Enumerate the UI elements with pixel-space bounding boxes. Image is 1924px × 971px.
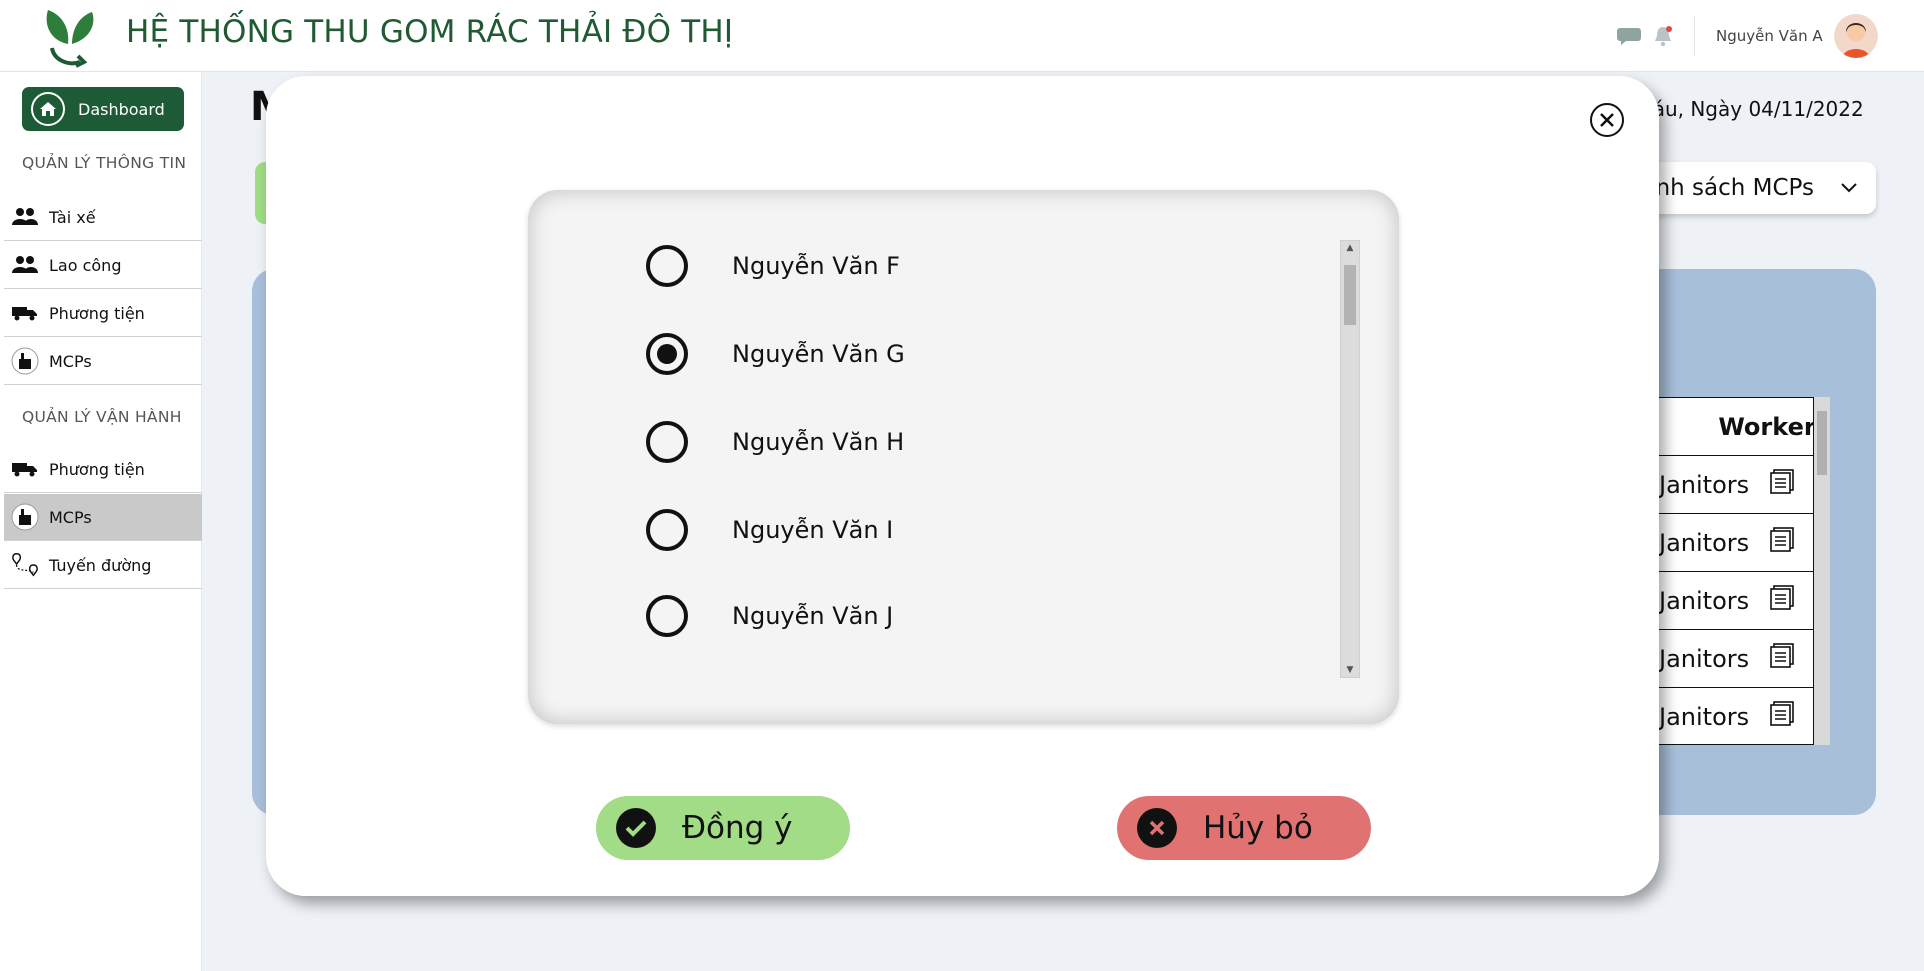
cancel-button[interactable]: Hủy bỏ bbox=[1117, 796, 1371, 860]
scroll-thumb[interactable] bbox=[1344, 265, 1356, 325]
route-icon bbox=[11, 551, 39, 579]
radio-button[interactable] bbox=[646, 509, 688, 551]
document-icon[interactable] bbox=[1769, 584, 1795, 617]
worker-option-list: Nguyễn Văn F Nguyễn Văn G Nguyễn Văn H N… bbox=[528, 190, 1399, 724]
x-icon bbox=[1137, 808, 1177, 848]
document-icon[interactable] bbox=[1769, 526, 1795, 559]
table-cell: Janitors bbox=[1659, 586, 1750, 615]
app-title: HỆ THỐNG THU GOM RÁC THẢI ĐÔ THỊ bbox=[126, 14, 734, 50]
select-worker-modal: Nguyễn Văn F Nguyễn Văn G Nguyễn Văn H N… bbox=[266, 76, 1659, 896]
avatar[interactable] bbox=[1834, 14, 1878, 58]
users-icon bbox=[11, 251, 39, 279]
radio-selected-dot bbox=[657, 344, 677, 364]
close-icon[interactable] bbox=[1590, 103, 1624, 137]
sidebar-item-label: Phương tiện bbox=[49, 303, 145, 323]
mcp-select-label: nh sách MCPs bbox=[1655, 175, 1814, 201]
radio-button[interactable] bbox=[646, 595, 688, 637]
date-text: Sáu, Ngày 04/11/2022 bbox=[1640, 97, 1864, 121]
sidebar-item-drivers[interactable]: Tài xế bbox=[4, 194, 202, 241]
cancel-label: Hủy bỏ bbox=[1203, 810, 1313, 846]
users-icon bbox=[11, 203, 39, 231]
radio-option-h[interactable]: Nguyễn Văn H bbox=[646, 420, 904, 464]
scroll-up-icon[interactable]: ▲ bbox=[1341, 241, 1359, 255]
sidebar-item-ops-mcps[interactable]: MCPs bbox=[4, 494, 202, 541]
sidebar-item-routes[interactable]: Tuyến đường bbox=[4, 542, 202, 589]
option-label: Nguyễn Văn G bbox=[732, 340, 905, 368]
dashboard-button[interactable]: Dashboard bbox=[22, 87, 184, 131]
sidebar-item-mcps[interactable]: MCPs bbox=[4, 338, 202, 385]
chevron-down-icon bbox=[1841, 183, 1857, 193]
document-icon[interactable] bbox=[1769, 701, 1795, 733]
dashboard-label: Dashboard bbox=[78, 99, 165, 119]
radio-option-g[interactable]: Nguyễn Văn G bbox=[646, 332, 905, 376]
sidebar-item-ops-vehicles[interactable]: Phương tiện bbox=[4, 446, 202, 493]
confirm-label: Đồng ý bbox=[682, 810, 793, 846]
sidebar-item-label: MCPs bbox=[49, 351, 92, 371]
header-divider bbox=[1694, 16, 1695, 56]
sidebar-item-vehicles[interactable]: Phương tiện bbox=[4, 290, 202, 337]
scroll-thumb[interactable] bbox=[1817, 411, 1827, 475]
sidebar-item-label: MCPs bbox=[49, 507, 92, 527]
home-icon bbox=[31, 92, 65, 126]
recycle-leaf-logo-icon bbox=[38, 4, 102, 68]
option-label: Nguyễn Văn H bbox=[732, 428, 905, 456]
sidebar-item-label: Lao công bbox=[49, 255, 122, 275]
radio-option-j[interactable]: Nguyễn Văn J bbox=[646, 594, 893, 638]
radio-option-i[interactable]: Nguyễn Văn I bbox=[646, 508, 893, 552]
list-scrollbar[interactable]: ▲ ▼ bbox=[1340, 240, 1360, 678]
user-name[interactable]: Nguyễn Văn A bbox=[1716, 27, 1823, 45]
truck-icon bbox=[11, 455, 39, 483]
sidebar-item-label: Tài xế bbox=[49, 207, 96, 227]
section-title-info: QUẢN LÝ THÔNG TIN bbox=[22, 154, 187, 172]
radio-button[interactable] bbox=[646, 245, 688, 287]
scroll-down-icon[interactable]: ▼ bbox=[1341, 663, 1359, 677]
radio-button[interactable] bbox=[646, 421, 688, 463]
table-cell: Janitors bbox=[1659, 703, 1750, 731]
table-cell: Janitors bbox=[1659, 528, 1750, 557]
sidebar: Dashboard QUẢN LÝ THÔNG TIN Tài xế Lao c… bbox=[0, 72, 202, 971]
radio-button[interactable] bbox=[646, 333, 688, 375]
mcp-icon bbox=[11, 503, 39, 531]
truck-icon bbox=[11, 299, 39, 327]
document-icon[interactable] bbox=[1769, 468, 1795, 501]
chat-icon[interactable] bbox=[1614, 22, 1644, 50]
table-scrollbar[interactable] bbox=[1814, 397, 1830, 745]
document-icon[interactable] bbox=[1769, 642, 1795, 675]
check-icon bbox=[616, 808, 656, 848]
radio-option-f[interactable]: Nguyễn Văn F bbox=[646, 244, 900, 288]
table-cell: Janitors bbox=[1659, 470, 1750, 499]
mcp-icon bbox=[11, 347, 39, 375]
sidebar-item-janitors[interactable]: Lao công bbox=[4, 242, 202, 289]
option-label: Nguyễn Văn J bbox=[732, 602, 894, 630]
confirm-button[interactable]: Đồng ý bbox=[596, 796, 850, 860]
option-label: Nguyễn Văn I bbox=[732, 516, 894, 544]
sidebar-item-label: Tuyến đường bbox=[49, 555, 152, 575]
table-cell: Janitors bbox=[1659, 644, 1750, 673]
bell-icon[interactable] bbox=[1648, 22, 1678, 50]
sidebar-item-label: Phương tiện bbox=[49, 459, 145, 479]
option-label: Nguyễn Văn F bbox=[732, 252, 900, 280]
section-title-ops: QUẢN LÝ VẬN HÀNH bbox=[22, 408, 182, 426]
top-header: HỆ THỐNG THU GOM RÁC THẢI ĐÔ THỊ Nguyễn … bbox=[0, 0, 1924, 72]
